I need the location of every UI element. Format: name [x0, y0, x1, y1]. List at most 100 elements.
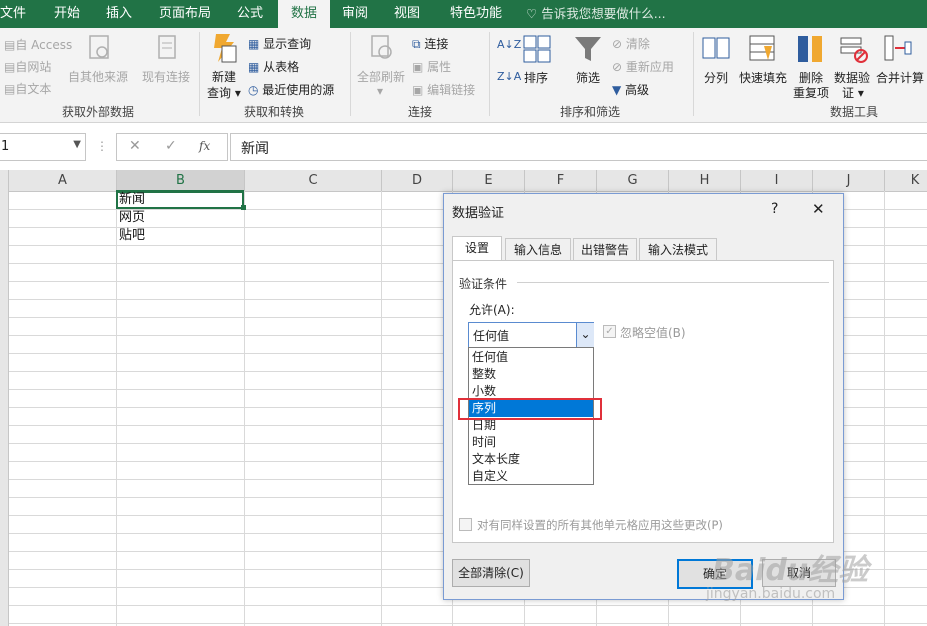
filter-funnel-icon	[575, 37, 601, 61]
text-to-columns-button[interactable]: 分列	[704, 69, 728, 86]
row-headers	[0, 191, 9, 626]
tab-view[interactable]: 视图	[386, 0, 428, 28]
ribbon-data: ▤自 Access ▤自网站 ▤自文本 自其他来源 现有连接 获取外部数据 新建…	[0, 28, 927, 123]
access-icon: ▤	[4, 38, 16, 52]
close-button[interactable]: ✕	[812, 200, 825, 218]
ignore-blank-checkbox[interactable]: ✓	[603, 325, 616, 338]
criteria-divider	[517, 282, 829, 283]
tab-file[interactable]: 文件	[0, 0, 26, 28]
criteria-heading: 验证条件	[459, 277, 508, 291]
column-header-a[interactable]: A	[9, 170, 117, 191]
consolidate-button[interactable]: 合并计算	[876, 69, 924, 86]
data-validation-dropdown[interactable]: 证 ▾	[842, 84, 864, 101]
group-label-sort-filter: 排序和筛选	[559, 105, 620, 119]
formula-input[interactable]: 新闻	[230, 133, 927, 161]
refresh-dropdown-icon[interactable]: ▾	[377, 84, 383, 98]
tab-settings[interactable]: 设置	[452, 236, 502, 262]
edit-links-button[interactable]: ▣ 编辑链接	[412, 81, 475, 98]
show-queries-button[interactable]: ▦ 显示查询	[248, 35, 311, 52]
tab-special-features[interactable]: 特色功能	[440, 0, 512, 28]
help-button[interactable]: ?	[771, 201, 778, 217]
flash-fill-button[interactable]: 快速填充	[739, 69, 787, 86]
option-whole-number[interactable]: 整数	[469, 366, 593, 383]
cell-b2[interactable]: 网页	[119, 209, 145, 227]
cancel-entry-icon[interactable]: ✕	[129, 138, 141, 154]
option-time[interactable]: 时间	[469, 434, 593, 451]
new-query-button[interactable]: 新建	[212, 68, 236, 85]
connections-button[interactable]: ⧉ 连接	[412, 35, 448, 52]
data-validation-icon	[840, 37, 868, 63]
apply-all-checkbox[interactable]	[459, 518, 472, 531]
column-header-g[interactable]: G	[597, 170, 669, 191]
column-header-j[interactable]: J	[813, 170, 885, 191]
data-validation-dialog: 数据验证 ? ✕ 设置 输入信息 出错警告 输入法模式 验证条件 允许(A): …	[443, 193, 844, 600]
column-header-i[interactable]: I	[741, 170, 813, 191]
sort-button[interactable]: 排序	[524, 69, 548, 86]
column-header-c[interactable]: C	[245, 170, 382, 191]
ribbon-separator	[693, 32, 694, 116]
existing-connections-icon	[158, 35, 176, 59]
properties-button[interactable]: ▣ 属性	[412, 58, 451, 75]
group-label-get-transform: 获取和转换	[243, 105, 304, 119]
advanced-filter-icon: ▼	[612, 83, 626, 97]
from-text-button[interactable]: ▤自文本	[4, 80, 51, 97]
refresh-all-button[interactable]: 全部刷新	[357, 68, 405, 85]
from-other-sources-button[interactable]: 自其他来源	[68, 68, 128, 85]
from-web-button[interactable]: ▤自网站	[4, 58, 51, 75]
tell-me-box[interactable]: ♡ 告诉我您想要做什么...	[526, 0, 666, 28]
column-header-f[interactable]: F	[525, 170, 597, 191]
consolidate-icon	[884, 35, 912, 61]
option-text-length[interactable]: 文本长度	[469, 451, 593, 468]
existing-connections-button[interactable]: 现有连接	[142, 68, 190, 85]
reapply-icon: ⊘	[612, 60, 626, 74]
select-all-corner[interactable]	[0, 170, 9, 191]
column-header-d[interactable]: D	[382, 170, 453, 191]
tab-ime-mode[interactable]: 输入法模式	[639, 238, 717, 261]
cell-b3[interactable]: 贴吧	[119, 227, 145, 245]
formula-content: 新闻	[241, 141, 269, 157]
chevron-down-icon[interactable]: ⌄	[576, 323, 594, 347]
insert-function-icon[interactable]: fx	[199, 139, 210, 153]
allow-select-value: 任何值	[473, 329, 510, 343]
column-header-h[interactable]: H	[669, 170, 741, 191]
allow-select[interactable]: 任何值 ⌄	[468, 322, 594, 348]
confirm-entry-icon[interactable]: ✓	[165, 138, 177, 154]
sort-dialog-icon	[523, 35, 551, 63]
flash-fill-icon	[749, 35, 775, 61]
new-query-dropdown[interactable]: 查询 ▾	[207, 84, 241, 101]
filter-button[interactable]: 筛选	[576, 69, 600, 86]
reapply-button[interactable]: ⊘ 重新应用	[612, 58, 674, 75]
web-icon: ▤	[4, 60, 16, 74]
name-box[interactable]: 1 ▼	[0, 133, 86, 161]
cell-b1[interactable]: 新闻	[119, 191, 145, 209]
allow-label: 允许(A):	[469, 303, 515, 317]
clear-filter-button[interactable]: ⊘ 清除	[612, 35, 650, 52]
fill-handle[interactable]	[241, 205, 246, 210]
tab-insert[interactable]: 插入	[98, 0, 140, 28]
tab-input-message[interactable]: 输入信息	[505, 238, 571, 261]
refresh-all-icon	[371, 35, 392, 59]
highlight-box	[458, 398, 602, 420]
advanced-filter-button[interactable]: ▼ 高级	[612, 81, 649, 98]
group-label-data-tools: 数据工具	[829, 105, 878, 119]
tab-error-alert[interactable]: 出错警告	[573, 238, 637, 261]
tab-home[interactable]: 开始	[46, 0, 88, 28]
option-custom[interactable]: 自定义	[469, 468, 593, 485]
new-query-icon	[214, 34, 237, 63]
name-box-dropdown-icon[interactable]: ▼	[73, 139, 81, 150]
option-any-value[interactable]: 任何值	[469, 349, 593, 366]
baidu-watermark: Baidu经验	[712, 553, 869, 588]
tab-data[interactable]: 数据	[278, 0, 330, 30]
tab-page-layout[interactable]: 页面布局	[150, 0, 220, 28]
from-access-button[interactable]: ▤自 Access	[4, 36, 72, 53]
sort-ascending-icon[interactable]: A↓Z	[497, 38, 521, 51]
column-header-k[interactable]: K	[885, 170, 927, 191]
column-header-e[interactable]: E	[453, 170, 525, 191]
sort-descending-icon[interactable]: Z↓A	[497, 70, 521, 83]
dialog-title: 数据验证	[452, 206, 505, 221]
tab-review[interactable]: 审阅	[334, 0, 376, 28]
tab-formulas[interactable]: 公式	[228, 0, 272, 28]
clear-all-button[interactable]: 全部清除(C)	[452, 559, 530, 587]
recent-sources-button[interactable]: ◷ 最近使用的源	[248, 81, 334, 98]
from-table-button[interactable]: ▦ 从表格	[248, 58, 299, 75]
